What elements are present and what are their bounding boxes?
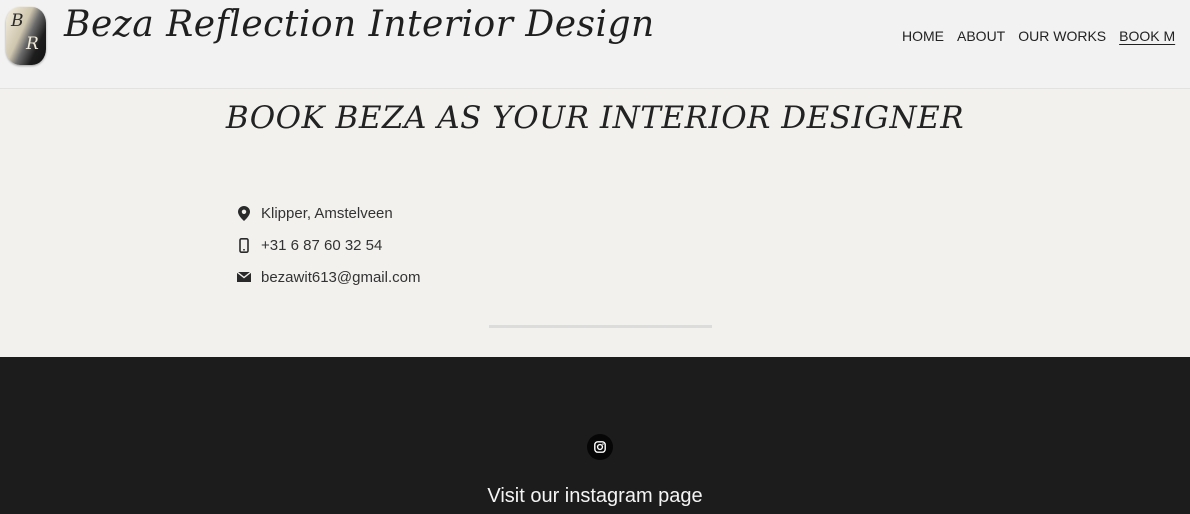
nav-about[interactable]: ABOUT <box>957 28 1005 44</box>
contact-info: Klipper, Amstelveen +31 6 87 60 32 54 be… <box>237 202 420 298</box>
instagram-button[interactable] <box>587 434 613 460</box>
instagram-link-text[interactable]: Visit our instagram page <box>0 485 1190 508</box>
contact-address: Klipper, Amstelveen <box>237 202 420 224</box>
logo-letter-b: B <box>11 11 24 31</box>
contact-phone: +31 6 87 60 32 54 <box>237 234 420 256</box>
site-header: B R Beza Reflection Interior Design HOME… <box>0 0 1190 89</box>
contact-email: bezawit613@gmail.com <box>237 266 420 288</box>
instagram-icon <box>594 441 606 453</box>
contact-email-text[interactable]: bezawit613@gmail.com <box>261 269 420 286</box>
brand-name[interactable]: Beza Reflection Interior Design <box>64 4 655 45</box>
logo-letter-r: R <box>26 34 39 54</box>
mobile-phone-icon <box>237 237 251 253</box>
main-nav: HOME ABOUT OUR WORKS BOOK M <box>902 28 1175 44</box>
nav-home[interactable]: HOME <box>902 28 944 44</box>
brand-logo[interactable]: B R <box>6 7 46 65</box>
location-pin-icon <box>237 205 251 221</box>
contact-phone-text[interactable]: +31 6 87 60 32 54 <box>261 237 382 254</box>
nav-book-me[interactable]: BOOK M <box>1119 28 1175 44</box>
nav-our-works[interactable]: OUR WORKS <box>1018 28 1106 44</box>
section-divider <box>489 325 712 328</box>
envelope-icon <box>237 269 251 285</box>
contact-address-text: Klipper, Amstelveen <box>261 204 393 222</box>
site-footer: Visit our instagram page <box>0 357 1190 514</box>
page-title: BOOK BEZA AS YOUR INTERIOR DESIGNER <box>225 100 965 136</box>
